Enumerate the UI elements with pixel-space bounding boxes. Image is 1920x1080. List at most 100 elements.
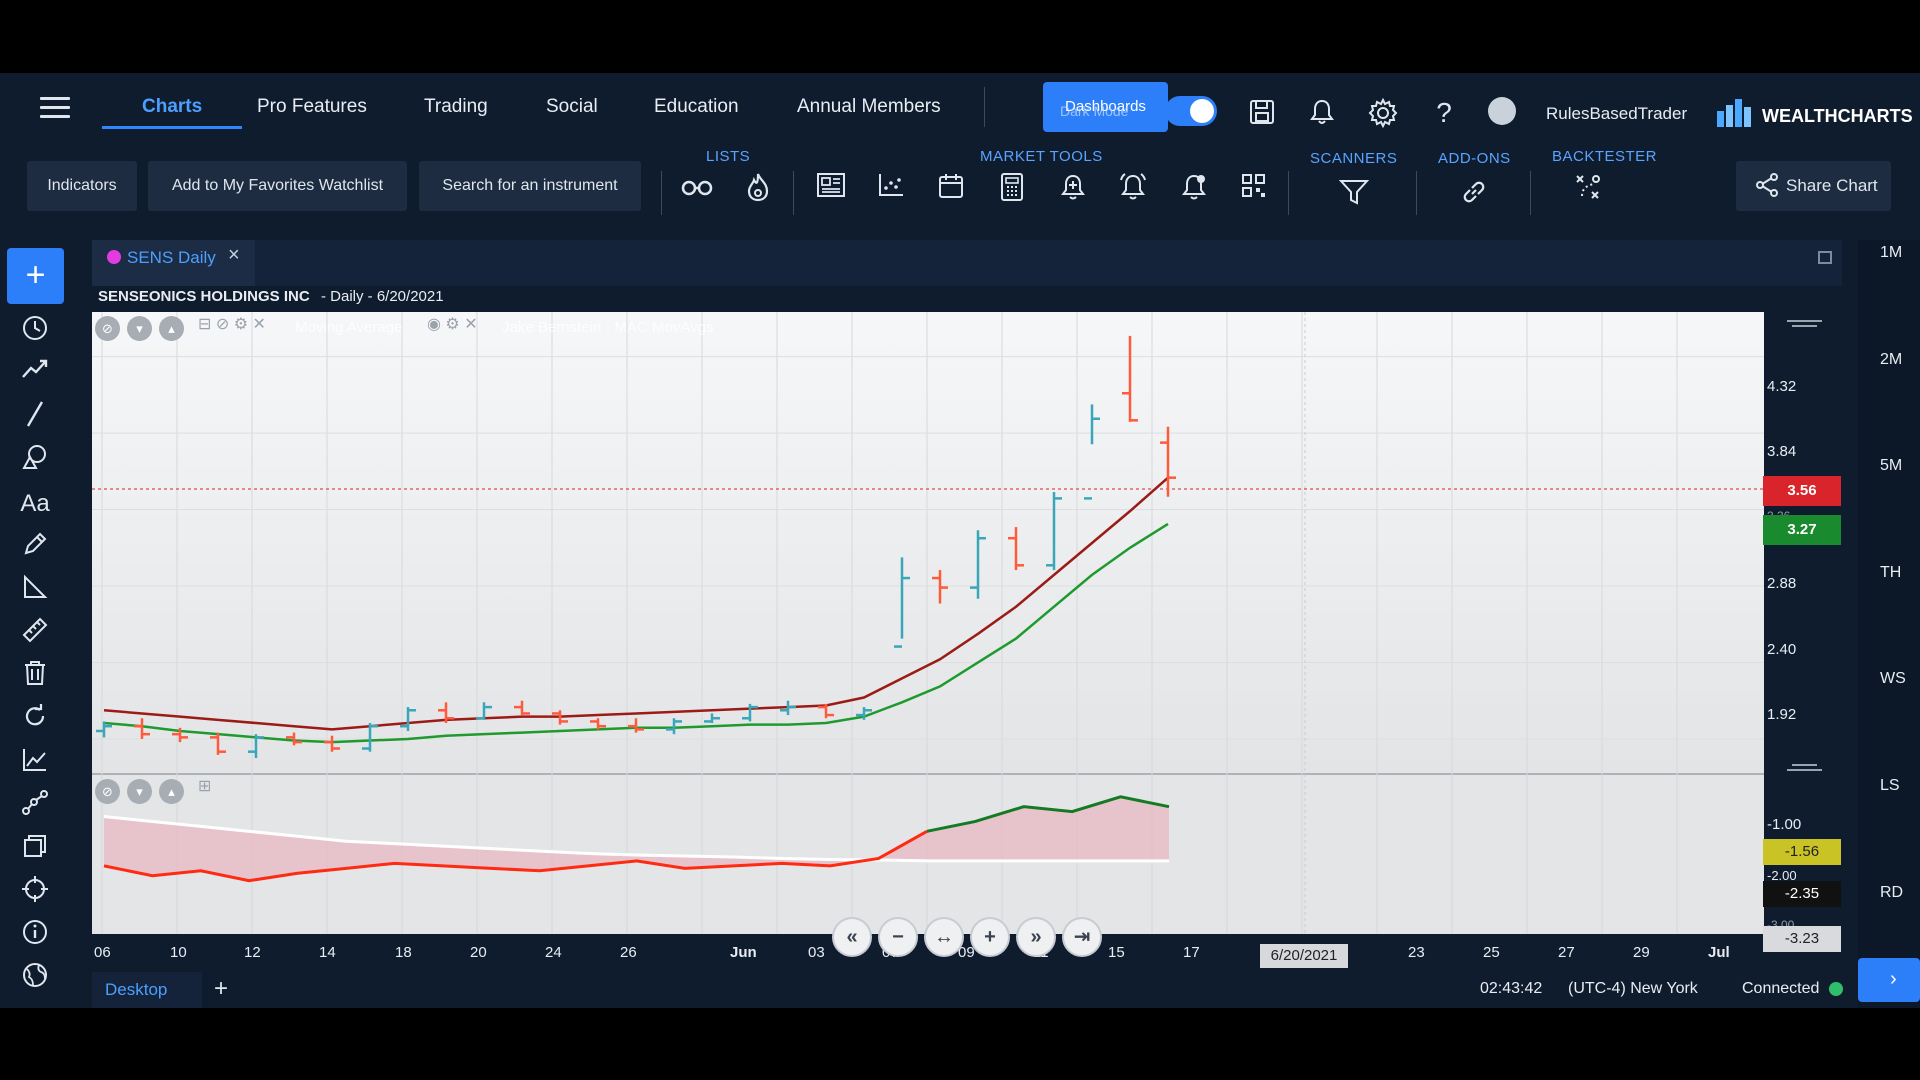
close-icon[interactable]: × — [228, 244, 240, 267]
timeframe-5m[interactable]: 5M — [1880, 457, 1902, 475]
chart-tab-color-dot — [107, 250, 121, 264]
dark-mode-toggle[interactable] — [1165, 96, 1217, 126]
line-chart-icon[interactable] — [16, 746, 54, 780]
ruler-icon[interactable] — [16, 616, 54, 650]
trash-icon[interactable] — [16, 659, 54, 693]
zoom-in-button[interactable]: + — [970, 917, 1010, 957]
indicator-badge-3: -3.23 — [1763, 926, 1841, 952]
timezone-label[interactable]: (UTC-4) New York — [1568, 980, 1698, 998]
angle-tool-icon[interactable] — [16, 573, 54, 607]
indicator-badge-1: -1.56 — [1763, 839, 1841, 865]
tab-education[interactable]: Education — [654, 96, 739, 118]
chevron-right-icon: › — [1890, 968, 1897, 990]
desktop-tab-label[interactable]: Desktop — [105, 980, 167, 1000]
node-path-icon[interactable] — [16, 789, 54, 823]
add-favorites-button[interactable]: Add to My Favorites Watchlist — [148, 161, 407, 211]
filter-icon[interactable] — [1338, 178, 1370, 210]
scanners-group-label: SCANNERS — [1310, 150, 1398, 167]
add-tab-button[interactable]: + — [214, 975, 228, 1003]
indicators-button[interactable]: Indicators — [27, 161, 137, 211]
dark-mode-label: Dark Mode — [1060, 103, 1129, 119]
date-tick: 24 — [545, 944, 562, 961]
refresh-icon[interactable] — [16, 702, 54, 736]
toolbar-divider — [661, 171, 662, 215]
mac-indicator-label[interactable]: Jake Bernstein - MAC MovAvgs — [502, 319, 713, 336]
date-tick: 26 — [620, 944, 637, 961]
reset-zoom-button[interactable]: ↔ — [924, 917, 964, 957]
add-drawing-button[interactable]: + — [7, 248, 64, 304]
crosshair-icon[interactable] — [16, 875, 54, 909]
mac-indicator-icons[interactable]: ◉ ⚙ ✕ — [427, 314, 478, 334]
rail-ws[interactable]: WS — [1880, 670, 1906, 688]
wealthcharts-logo-icon — [1715, 97, 1753, 127]
chevron-down-icon[interactable]: ▾ — [127, 779, 152, 804]
tab-pro-features[interactable]: Pro Features — [257, 96, 367, 118]
timeframe-2m[interactable]: 2M — [1880, 351, 1902, 369]
alert-list-icon[interactable] — [1178, 172, 1210, 204]
tab-social[interactable]: Social — [546, 96, 598, 118]
scroll-back-button[interactable]: « — [832, 917, 872, 957]
tab-trading[interactable]: Trading — [424, 96, 488, 118]
chevron-down-icon[interactable]: ▾ — [127, 316, 152, 341]
text-tool-icon[interactable]: Aa — [16, 487, 54, 521]
notifications-bell-icon[interactable] — [1307, 98, 1337, 128]
shapes-icon[interactable] — [16, 443, 54, 477]
connection-status: Connected — [1742, 980, 1820, 997]
link-icon[interactable] — [1458, 178, 1490, 210]
line-tool-icon[interactable] — [16, 400, 54, 434]
scroll-forward-button[interactable]: » — [1016, 917, 1056, 957]
settings-gear-icon[interactable] — [1368, 97, 1398, 129]
price-pane[interactable] — [92, 312, 1764, 774]
indicator-collapse-icon[interactable]: ⊘ — [95, 316, 120, 341]
lower-pane-collapse-icon[interactable]: ⊘ — [95, 779, 120, 804]
news-icon[interactable] — [815, 172, 847, 204]
chevron-up-icon[interactable]: ▴ — [159, 316, 184, 341]
tab-annual-members[interactable]: Annual Members — [797, 96, 941, 118]
avatar[interactable] — [1488, 97, 1516, 125]
toolbar-divider — [1416, 171, 1417, 215]
indicator-toolbar-icons[interactable]: ⊟ ⊘ ⚙ ✕ — [198, 314, 266, 334]
rail-th[interactable]: TH — [1880, 564, 1901, 582]
chart-tab-label[interactable]: SENS Daily — [127, 248, 216, 268]
glasses-icon[interactable] — [681, 173, 713, 205]
tab-charts[interactable]: Charts — [142, 96, 202, 118]
trend-arrow-icon[interactable] — [16, 357, 54, 391]
help-question-icon[interactable]: ? — [1429, 98, 1459, 128]
date-tick: 06 — [94, 944, 111, 961]
maximize-icon[interactable] — [1818, 251, 1832, 264]
date-tick: 23 — [1408, 944, 1425, 961]
rail-ls[interactable]: LS — [1880, 777, 1900, 795]
ma-price-badge: 3.27 — [1763, 515, 1841, 545]
alert-ring-icon[interactable] — [1117, 172, 1149, 204]
alert-add-icon[interactable] — [1057, 172, 1089, 204]
scatter-plot-icon[interactable] — [875, 172, 907, 204]
price-tick: 3.84 — [1767, 443, 1797, 460]
symbol-name: SENSEONICS HOLDINGS INC — [98, 288, 310, 305]
globe-icon[interactable] — [16, 961, 54, 995]
add-panel-icon[interactable]: ⊞ — [198, 776, 211, 796]
flame-icon[interactable] — [742, 172, 774, 204]
username-label[interactable]: RulesBasedTrader — [1546, 104, 1687, 124]
zoom-out-button[interactable]: − — [878, 917, 918, 957]
menu-icon[interactable] — [40, 97, 70, 119]
heatmap-grid-icon[interactable] — [1238, 172, 1270, 204]
save-icon[interactable] — [1247, 98, 1277, 128]
jump-to-latest-button[interactable]: ⇥ — [1062, 917, 1102, 957]
price-chart[interactable] — [92, 312, 1842, 1012]
moving-average-label[interactable]: Moving Average — [295, 319, 402, 336]
timeframe-1m[interactable]: 1M — [1880, 244, 1902, 262]
chevron-up-icon[interactable]: ▴ — [159, 779, 184, 804]
date-tick: Jun — [730, 944, 757, 961]
lists-group-label: LISTS — [706, 148, 751, 165]
pencil-icon[interactable] — [16, 530, 54, 564]
expand-panel-button[interactable] — [1858, 958, 1920, 1002]
info-icon[interactable] — [16, 918, 54, 952]
layers-icon[interactable] — [16, 832, 54, 866]
clock-icon[interactable] — [16, 314, 54, 348]
date-tick: 03 — [808, 944, 825, 961]
calendar-icon[interactable] — [935, 172, 967, 204]
rail-rd[interactable]: RD — [1880, 884, 1903, 902]
backtest-strategy-icon[interactable] — [1573, 172, 1605, 204]
instrument-search-input[interactable]: Search for an instrument — [419, 161, 641, 211]
calculator-icon[interactable] — [996, 172, 1028, 204]
